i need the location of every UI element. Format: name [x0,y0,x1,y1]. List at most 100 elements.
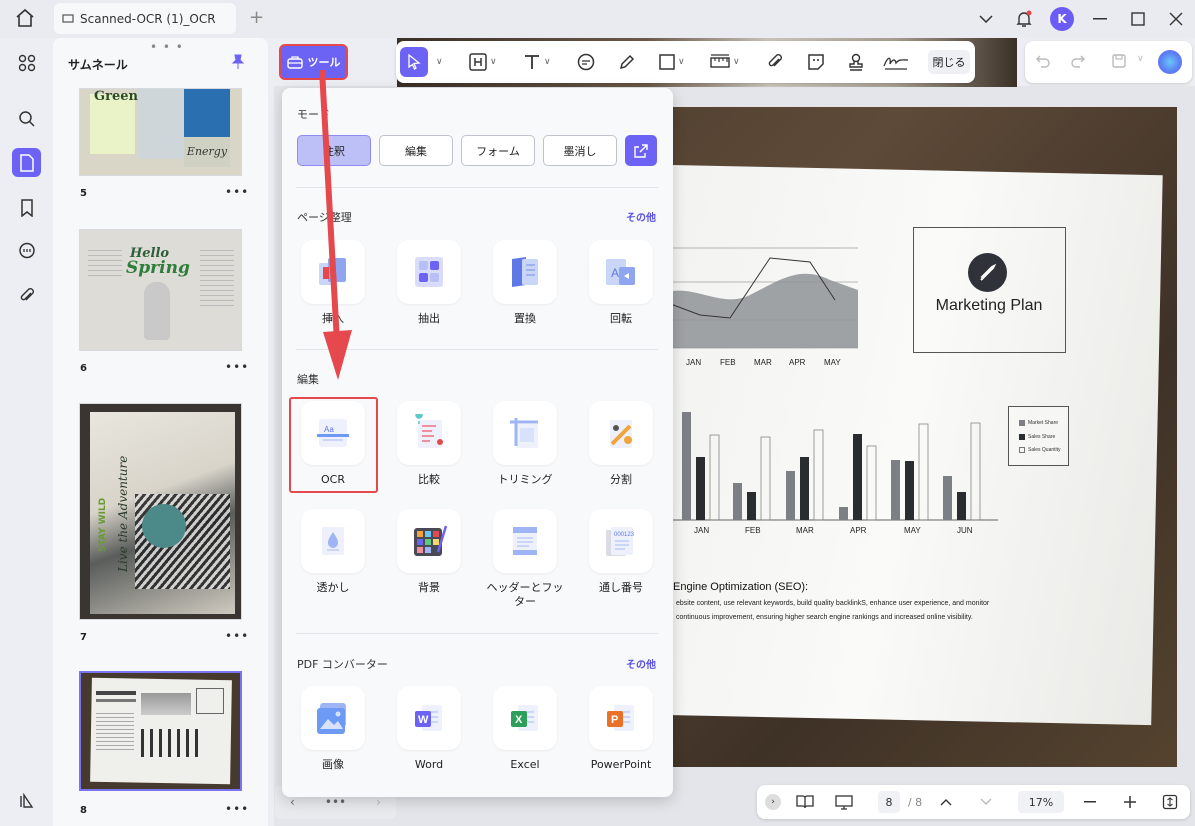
rotate-tool[interactable]: A 回転 [581,240,661,330]
comment-icon[interactable] [12,236,41,265]
converter-more-link[interactable]: その他 [626,656,656,671]
sticker-tool-button[interactable] [806,49,826,75]
page-menu-button[interactable]: ••• [225,802,249,816]
stamp-icon [849,53,863,71]
maximize-button[interactable] [1119,0,1157,38]
convert-powerpoint-tool[interactable]: P PowerPoint [581,686,661,776]
presentation-icon[interactable] [831,791,857,813]
extract-pages-icon [415,257,443,287]
user-avatar[interactable]: K [1050,7,1074,31]
next-page-icon[interactable] [977,791,995,813]
zoom-out-icon[interactable] [1081,791,1099,813]
home-icon[interactable] [14,8,38,30]
attach-tool-button[interactable] [766,49,784,75]
svg-text:W: W [418,714,429,726]
line-month-label: APR [789,358,806,367]
svg-text:P: P [611,714,618,726]
highlight-tool-button[interactable]: ∨ [468,49,497,75]
ocr-highlight-box [289,397,378,493]
compare-icon [415,414,443,448]
book-view-icon[interactable] [793,791,817,813]
replace-tool[interactable]: 置換 [485,240,565,330]
stamp-tool-button[interactable] [846,49,866,75]
chevron-left-icon[interactable]: ‹ [290,795,295,809]
tools-button[interactable]: ツール [279,44,348,80]
redo-icon[interactable] [1070,53,1086,72]
convert-image-tool[interactable]: 画像 [293,686,373,776]
more-icon[interactable]: ••• [325,795,346,809]
current-page-input[interactable]: 8 [878,791,900,813]
expand-right-icon[interactable]: › [765,794,781,810]
page-thumbnail-selected[interactable] [79,671,242,791]
signature-tool-button[interactable] [882,49,910,75]
title-bar: Scanned-OCR (1)_OCR + K [0,0,1195,38]
pencil-tool-button[interactable] [617,49,637,75]
close-toolbar-button[interactable]: 閉じる [928,50,970,74]
previous-page-icon[interactable] [937,791,955,813]
page-thumbnail[interactable]: Hello Spring [79,229,242,351]
shape-tool-button[interactable]: ∨ [658,49,685,75]
compare-tool[interactable]: 比較 [389,401,469,491]
measure-tool-button[interactable]: ∨ [709,49,740,75]
comment-tool-button[interactable] [576,49,596,75]
notification-bell-icon[interactable] [1005,0,1043,38]
ai-assistant-icon[interactable] [1158,50,1182,74]
open-external-button[interactable] [625,135,657,166]
convert-word-tool[interactable]: W Word [389,686,469,776]
select-tool-button[interactable] [400,47,428,77]
extract-tool[interactable]: 抽出 [389,240,469,330]
panel-drag-handle[interactable]: • • • [150,40,184,54]
page-menu-button[interactable]: ••• [225,360,249,374]
crop-tool[interactable]: トリミング [485,401,565,491]
bates-numbering-tool[interactable]: 000123 通し番号 [581,509,661,599]
total-pages: / 8 [907,795,923,809]
comment-bubble-icon [577,53,595,71]
new-tab-button[interactable]: + [249,9,264,27]
page-thumbnail[interactable]: STAY WILD Live the Adventure [79,403,242,620]
insert-tool[interactable]: 挿入 [293,240,373,330]
header-footer-tool[interactable]: ヘッダーとフッター [485,509,565,608]
line-month-label: MAY [824,358,841,367]
rotate-pages-icon: A [606,259,635,285]
page-thumbnail[interactable]: Green Energy [79,88,242,176]
chevron-down-icon[interactable]: ∨ [1137,54,1144,64]
image-icon [317,703,346,734]
save-icon[interactable] [1111,53,1127,72]
bookmark-icon[interactable] [12,193,41,222]
sidebar-toggle-icon[interactable] [12,786,41,815]
mode-edit-button[interactable]: 編集 [379,135,453,166]
watermark-tool[interactable]: 透かし [293,509,373,599]
zoom-in-icon[interactable] [1121,791,1139,813]
thumbnails-grid-icon[interactable] [12,48,41,77]
bar-month-label: MAR [796,526,814,535]
convert-powerpoint-label: PowerPoint [590,758,652,771]
compare-tool-label: 比較 [418,473,440,486]
line-month-label: MAR [754,358,772,367]
close-window-button[interactable] [1157,0,1195,38]
text-tool-button[interactable]: ∨ [522,49,551,75]
mode-redact-button[interactable]: 墨消し [543,135,617,166]
chevron-down-icon[interactable]: ∨ [436,57,443,67]
fit-page-icon[interactable] [1159,791,1181,813]
page-number: 6 [80,363,87,374]
chevron-down-icon[interactable] [967,0,1005,38]
mode-annotate-button[interactable]: 注釈 [297,135,371,166]
split-tool[interactable]: 分割 [581,401,661,491]
mode-form-button[interactable]: フォーム [461,135,535,166]
search-icon[interactable] [12,104,41,133]
pin-icon[interactable] [231,54,245,73]
undo-icon[interactable] [1035,53,1051,72]
page-menu-button[interactable]: ••• [225,629,249,643]
extract-tool-label: 抽出 [418,312,440,325]
chevron-right-icon[interactable]: › [376,795,381,809]
zoom-level[interactable]: 17% [1018,791,1064,813]
background-tool[interactable]: 背景 [389,509,469,599]
attachment-icon[interactable] [12,281,41,310]
page-organize-more-link[interactable]: その他 [626,209,656,224]
page-menu-button[interactable]: ••• [225,185,249,199]
document-tab[interactable]: Scanned-OCR (1)_OCR [54,3,236,34]
convert-excel-tool[interactable]: X Excel [485,686,565,776]
page-icon[interactable] [12,148,41,177]
sticker-icon [808,54,824,70]
minimize-button[interactable] [1081,0,1119,38]
